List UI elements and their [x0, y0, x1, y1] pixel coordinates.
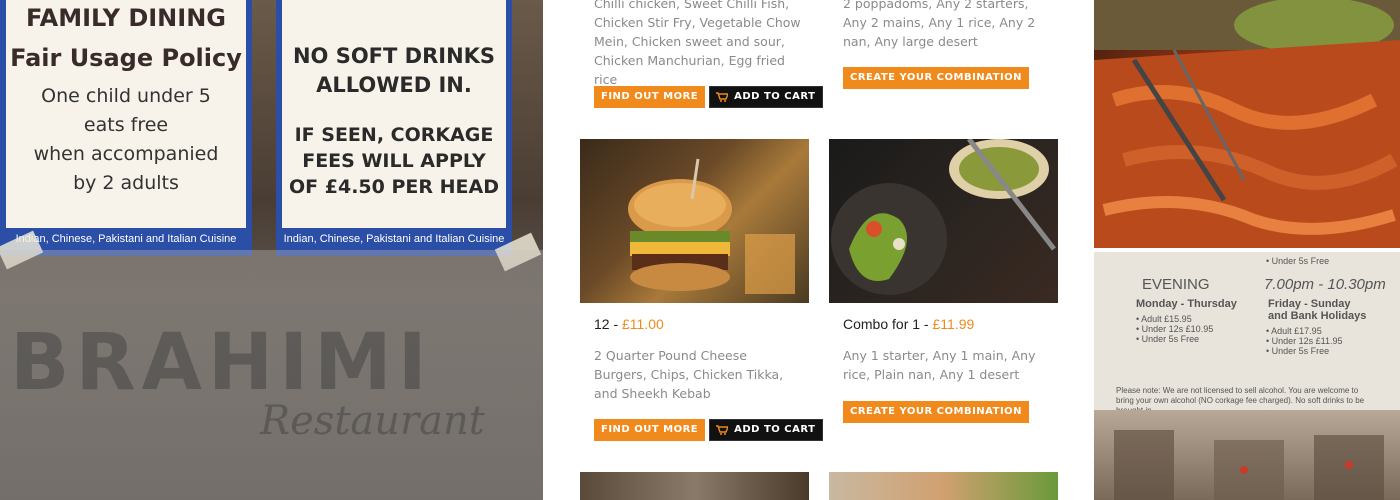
- product-price: £11.00: [622, 316, 664, 332]
- no-soft-drinks-sign: NO SOFT DRINKS ALLOWED IN. IF SEEN, CORK…: [276, 0, 512, 256]
- menu-col-title: and Bank Holidays: [1268, 310, 1367, 322]
- product-card: 2 Quarter Pound Cheese Burgers, Chips, C…: [580, 346, 809, 403]
- burger-photo: [580, 139, 809, 303]
- create-combination-button[interactable]: CREATE YOUR COMBINATION: [843, 401, 1030, 423]
- sign-line: eats free: [83, 114, 169, 136]
- find-out-more-button[interactable]: FIND OUT MORE: [594, 86, 706, 108]
- product-photo: [829, 472, 1058, 500]
- menu-time: 7.00pm - 10.30pm: [1264, 276, 1386, 293]
- cart-icon: [716, 425, 729, 435]
- sign-caps: NO SOFT DRINKS ALLOWED IN.: [282, 42, 506, 100]
- add-to-cart-label: ADD TO CART: [734, 424, 816, 435]
- buffet-food-photo: [1094, 0, 1400, 248]
- product-actions: CREATE YOUR COMBINATION: [843, 401, 1030, 423]
- sign-line: NO SOFT DRINKS: [292, 44, 496, 68]
- sign-line: FEES WILL APPLY: [302, 150, 486, 172]
- menu-board-photo: • Under 5s Free EVENING 7.00pm - 10.30pm…: [1094, 252, 1400, 500]
- product-description: 2 poppadoms, Any 2 starters, Any 2 mains…: [843, 0, 1036, 49]
- menu-line: • Under 5s Free: [1266, 346, 1330, 356]
- burger-illustration: [628, 158, 795, 294]
- product-description: Any 1 starter, Any 1 main, Any rice, Pla…: [843, 348, 1036, 382]
- menu-line: • Under 12s £10.95: [1136, 324, 1214, 334]
- sign-line: IF SEEN, CORKAGE: [294, 124, 494, 146]
- menu-line: • Under 5s Free: [1266, 256, 1330, 266]
- product-price: £11.99: [932, 316, 975, 332]
- restaurant-interior: [1094, 410, 1400, 500]
- sign-line: by 2 adults: [73, 172, 179, 194]
- sign-subheading: Fair Usage Policy: [10, 44, 242, 72]
- cart-icon: [716, 92, 729, 102]
- product-card: Combo for 1 - £11.99: [829, 316, 1058, 332]
- product-title: Combo for 1 - £11.99: [829, 316, 1058, 332]
- product-title: 12 - £11.00: [580, 316, 809, 332]
- menu-col-title: Friday - Sunday: [1268, 298, 1351, 310]
- create-combination-button[interactable]: CREATE YOUR COMBINATION: [843, 67, 1030, 89]
- menu-line: • Adult £15.95: [1136, 314, 1192, 324]
- product-description: 2 Quarter Pound Cheese Burgers, Chips, C…: [594, 348, 784, 401]
- sign-line: OF £4.50 PER HEAD: [289, 176, 499, 198]
- interior-illustration: [1114, 430, 1384, 500]
- sign-line: One child under 5: [41, 85, 211, 107]
- menu-line: • Under 5s Free: [1136, 334, 1200, 344]
- brand-sub-etching: Restaurant: [260, 398, 485, 444]
- buffet-illustration: [1094, 0, 1400, 248]
- menu-line: • Under 12s £11.95: [1266, 336, 1343, 346]
- menu-line: • Adult £17.95: [1266, 326, 1322, 336]
- restaurant-signs-photo: FAMILY DINING Fair Usage Policy One chil…: [0, 0, 543, 500]
- menu-evening: EVENING: [1142, 276, 1210, 293]
- product-name: Combo for 1 -: [843, 316, 933, 332]
- sign-line: when accompanied: [33, 143, 219, 165]
- sign-body: One child under 5 eats free when accompa…: [6, 82, 246, 198]
- family-dining-sign: FAMILY DINING Fair Usage Policy One chil…: [0, 0, 252, 256]
- sign-footer: Indian, Chinese, Pakistani and Italian C…: [282, 228, 506, 250]
- product-card: Chilli chicken, Sweet Chilli Fish, Chick…: [580, 0, 809, 89]
- salad-illustration: [831, 139, 1056, 295]
- product-description: Chilli chicken, Sweet Chilli Fish, Chick…: [594, 0, 801, 87]
- find-out-more-button[interactable]: FIND OUT MORE: [594, 419, 706, 441]
- sign-footer: Indian, Chinese, Pakistani and Italian C…: [6, 228, 246, 250]
- menu-content: Chilli chicken, Sweet Chilli Fish, Chick…: [543, 0, 1094, 500]
- sign-line: ALLOWED IN.: [316, 73, 472, 97]
- product-actions: FIND OUT MORE ADD TO CART: [594, 86, 824, 108]
- product-card: 2 poppadoms, Any 2 starters, Any 2 mains…: [829, 0, 1058, 51]
- product-actions: FIND OUT MORE ADD TO CART: [594, 419, 824, 441]
- brand-etching: BRAHIMI: [10, 318, 433, 408]
- sign-caps: IF SEEN, CORKAGE FEES WILL APPLY OF £4.5…: [282, 122, 506, 200]
- add-to-cart-button[interactable]: ADD TO CART: [709, 86, 824, 108]
- sign-heading: FAMILY DINING: [26, 4, 226, 32]
- product-actions: CREATE YOUR COMBINATION: [843, 67, 1030, 89]
- product-card: Any 1 starter, Any 1 main, Any rice, Pla…: [829, 346, 1058, 384]
- menu-col-title: Monday - Thursday: [1136, 298, 1237, 310]
- add-to-cart-button[interactable]: ADD TO CART: [709, 419, 824, 441]
- product-photo: [580, 472, 809, 500]
- product-card: 12 - £11.00: [580, 316, 809, 332]
- add-to-cart-label: ADD TO CART: [734, 91, 816, 102]
- product-name: 12 -: [594, 316, 623, 332]
- salad-photo: [829, 139, 1058, 303]
